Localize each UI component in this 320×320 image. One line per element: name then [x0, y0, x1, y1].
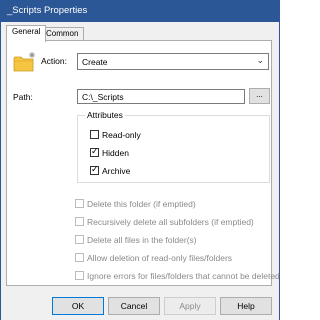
attributes-legend: Attributes [85, 110, 125, 120]
allow-readonly-deletion-label: Allow deletion of read-only files/folder… [87, 252, 233, 263]
delete-folder-checkbox[interactable]: Delete this folder (if emptied) [75, 198, 196, 209]
title-bar[interactable]: _Scripts Properties [0, 0, 280, 22]
delete-folder-label: Delete this folder (if emptied) [87, 198, 196, 209]
hidden-label: Hidden [102, 147, 129, 158]
checkbox-box [90, 130, 99, 140]
readonly-checkbox[interactable]: Read-only [90, 129, 141, 140]
ignore-errors-label: Ignore errors for files/folders that can… [87, 270, 280, 281]
tab-common-label: Common [46, 29, 79, 38]
checkbox-box: ✓ [90, 146, 99, 158]
hidden-checkbox[interactable]: ✓ Hidden [90, 146, 129, 158]
archive-checkbox[interactable]: ✓ Archive [90, 164, 131, 176]
attributes-group: Attributes Read-only ✓ Hidden ✓ Archive [77, 110, 270, 183]
archive-label: Archive [102, 165, 131, 176]
checkbox-box [75, 253, 84, 263]
apply-button-label: Apply [179, 301, 201, 311]
help-button-label: Help [237, 301, 255, 311]
delete-files-label: Delete all files in the folder(s) [87, 234, 197, 245]
checkmark-icon: ✓ [91, 164, 99, 175]
action-label: Action: [41, 56, 67, 66]
cancel-button[interactable]: Cancel [108, 297, 160, 315]
checkbox-box: ✓ [90, 164, 99, 176]
ok-button-label: OK [71, 301, 85, 311]
checkbox-box [75, 235, 84, 245]
action-select[interactable]: Create ⌄ [77, 53, 269, 70]
chevron-down-icon: ⌄ [256, 55, 264, 65]
cancel-button-label: Cancel [120, 301, 148, 311]
allow-readonly-deletion-checkbox[interactable]: Allow deletion of read-only files/folder… [75, 252, 232, 263]
ok-button[interactable]: OK [52, 297, 104, 315]
browse-button-label: ... [256, 90, 263, 99]
checkmark-icon: ✓ [91, 146, 99, 157]
window-title: _Scripts Properties [7, 5, 88, 16]
general-tab-panel: Action: Create ⌄ Path: C:\_Scripts ... A… [6, 40, 280, 286]
checkbox-box [75, 217, 84, 227]
ignore-errors-checkbox[interactable]: Ignore errors for files/folders that can… [75, 270, 280, 281]
action-select-value: Create [82, 57, 108, 67]
apply-button[interactable]: Apply [164, 297, 216, 315]
recursive-delete-label: Recursively delete all subfolders (if em… [87, 216, 254, 227]
folder-new-icon [13, 52, 35, 72]
readonly-label: Read-only [102, 129, 141, 140]
path-input-value: C:\_Scripts [82, 92, 124, 102]
tab-general-label: General [12, 27, 41, 36]
delete-files-checkbox[interactable]: Delete all files in the folder(s) [75, 234, 197, 245]
checkbox-box [75, 199, 84, 209]
recursive-delete-checkbox[interactable]: Recursively delete all subfolders (if em… [75, 216, 254, 227]
help-button[interactable]: Help [220, 297, 272, 315]
checkbox-box [75, 271, 84, 281]
path-input[interactable]: C:\_Scripts [77, 89, 245, 104]
tab-general[interactable]: General [6, 25, 47, 42]
path-label: Path: [13, 92, 33, 102]
tab-common[interactable]: Common [40, 27, 85, 41]
browse-button[interactable]: ... [249, 88, 270, 104]
